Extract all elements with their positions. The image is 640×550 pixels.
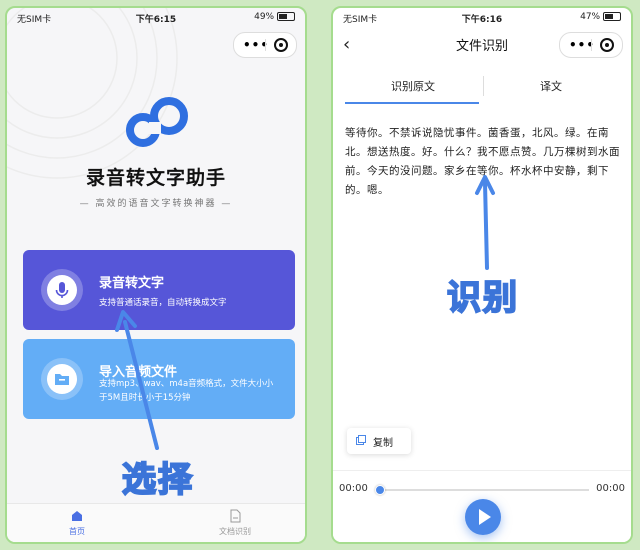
active-tab-indicator [345, 102, 479, 104]
audio-player: 00:00 00:00 [333, 470, 631, 542]
right-phone-screen: 无SIM卡 下午6:16 47% ‹ 文件识别 ••• 识别原文 译文 等待你。… [331, 6, 633, 544]
app-logo-icon [126, 97, 188, 147]
left-phone-screen: 无SIM卡 下午6:15 49% ••• 录音转文字助手 — 高效的语音文字转换… [5, 6, 307, 544]
play-button[interactable] [465, 499, 501, 535]
mic-icon-wrap [41, 269, 83, 311]
tab-original-text[interactable]: 识别原文 [343, 78, 483, 94]
card-title: 录音转文字 [99, 276, 165, 291]
app-title: 录音转文字助手 [85, 167, 226, 189]
microphone-icon [55, 282, 69, 298]
status-bar: 无SIM卡 下午6:15 49% [7, 8, 305, 28]
capsule-divider [265, 39, 266, 51]
battery-indicator: 47% [580, 12, 621, 22]
folder-icon [55, 374, 69, 385]
close-miniprogram-icon[interactable] [600, 38, 614, 52]
tab-label: 文档识别 [219, 527, 251, 536]
annotation-select-label: 选择 [121, 459, 194, 501]
recognized-text: 等待你。不禁诉说隐忧事件。菌香蛋，北风。绿。在南北。想送热度。好。什么？我不愿点… [345, 127, 620, 196]
copy-icon [356, 435, 366, 445]
bottom-tab-bar: 首页 文档识别 [7, 503, 305, 542]
battery-percent: 49% [254, 12, 275, 22]
copy-label: 复制 [373, 438, 393, 449]
copy-button[interactable]: 复制 [347, 428, 411, 454]
document-icon [230, 509, 241, 523]
card-description: 支持普通话录音，自动转换成文字 [99, 298, 227, 308]
capsule-divider [591, 39, 592, 51]
current-time: 00:00 [339, 483, 368, 494]
progress-thumb[interactable] [375, 485, 385, 495]
app-subtitle: — 高效的语音文字转换神器 — [79, 199, 233, 209]
tab-document-recognition[interactable]: 文档识别 [175, 509, 295, 537]
folder-icon-wrap [41, 358, 83, 400]
tab-label: 首页 [69, 527, 85, 536]
miniprogram-capsule: ••• [233, 32, 297, 58]
battery-percent: 47% [580, 12, 601, 22]
tab-home[interactable]: 首页 [17, 509, 137, 537]
status-bar: 无SIM卡 下午6:16 47% [333, 8, 631, 28]
progress-track[interactable] [375, 489, 589, 491]
tab-translation[interactable]: 译文 [481, 78, 621, 94]
annotation-recognize-label: 识别 [446, 277, 519, 319]
tab-divider [483, 76, 484, 96]
total-time: 00:00 [596, 483, 625, 494]
battery-indicator: 49% [254, 12, 295, 22]
home-icon [72, 511, 82, 521]
record-to-text-card[interactable]: 录音转文字 支持普通话录音，自动转换成文字 [23, 250, 295, 330]
battery-icon [277, 12, 295, 21]
battery-icon [603, 12, 621, 21]
miniprogram-capsule: ••• [559, 32, 623, 58]
card-description: 支持mp3、wav、m4a音频格式，文件大小小于5M且时长小于15分钟 [99, 379, 274, 403]
close-miniprogram-icon[interactable] [274, 38, 288, 52]
import-audio-card[interactable]: 导入音频文件 支持mp3、wav、m4a音频格式，文件大小小于5M且时长小于15… [23, 339, 295, 419]
